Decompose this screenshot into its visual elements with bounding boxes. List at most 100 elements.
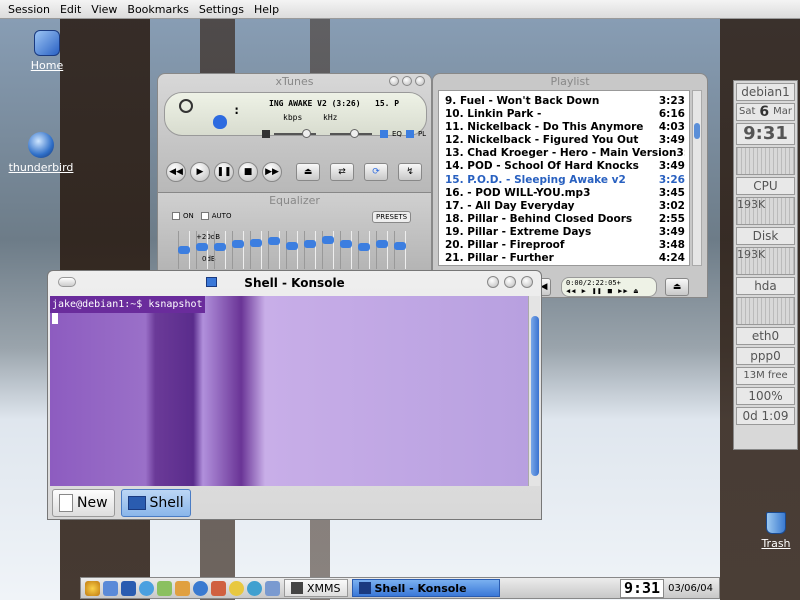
balance-slider[interactable] (330, 129, 372, 138)
playlist-item[interactable]: 16. - POD WILL-YOU.mp3 3:45 (445, 187, 685, 200)
minimize-button[interactable] (487, 276, 499, 288)
close-button[interactable] (521, 276, 533, 288)
eq-band-knob[interactable] (268, 237, 280, 245)
playlist-item[interactable]: 11. Nickelback - Do This Anymore 4:03 (445, 121, 685, 134)
eq-presets-button[interactable]: PRESETS (372, 211, 412, 223)
eq-checkbox[interactable] (380, 130, 388, 138)
bolt-button[interactable]: ↯ (398, 163, 422, 181)
play-button[interactable]: ▶ (190, 162, 210, 182)
eq-band-slider[interactable] (358, 231, 370, 269)
playlist-item[interactable]: 20. Pillar - Fireproof 3:48 (445, 239, 685, 252)
eq-band-knob[interactable] (178, 246, 190, 254)
desktop-icon-trash[interactable]: Trash (756, 512, 796, 550)
xtunes-titlebar[interactable]: xTunes (158, 74, 431, 90)
volume-slider[interactable] (274, 129, 316, 138)
window-menu-button[interactable] (58, 277, 76, 287)
eq-band-slider[interactable] (250, 231, 262, 269)
desktop-icon-thunderbird[interactable]: thunderbird (5, 132, 77, 174)
eq-band-knob[interactable] (304, 240, 316, 248)
forward-button[interactable]: ▶▶ (262, 162, 282, 182)
close-button[interactable] (415, 76, 425, 86)
menu-session[interactable]: Session (8, 3, 50, 16)
eq-band-slider[interactable] (376, 231, 388, 269)
playlist-mini-controls[interactable]: ◀◀ ▶ ❚❚ ■ ▶▶ ⏏ (566, 287, 652, 295)
maximize-button[interactable] (402, 76, 412, 86)
eq-band-knob[interactable] (340, 240, 352, 248)
eq-on-checkbox[interactable] (172, 212, 180, 220)
playlist-item[interactable]: 13. Chad Kroeger - Hero - Main Version3:… (445, 147, 685, 160)
eq-band-knob[interactable] (196, 243, 208, 251)
eq-band-slider[interactable] (196, 231, 208, 269)
eq-band-knob[interactable] (250, 238, 262, 247)
home-folder-icon[interactable] (103, 580, 118, 596)
playlist-item[interactable]: 9. Fuel - Won't Back Down 3:23 (445, 95, 685, 108)
eq-band-knob[interactable] (214, 243, 226, 251)
playlist-item[interactable]: 21. Pillar - Further 4:24 (445, 252, 685, 265)
terminal-scrollbar[interactable] (528, 296, 540, 486)
playlist-scrollbar[interactable] (692, 90, 702, 266)
audio-icon[interactable] (211, 580, 226, 596)
eq-auto-checkbox[interactable] (200, 212, 209, 220)
playlist-scroll-thumb[interactable] (694, 123, 700, 139)
eq-band-slider[interactable] (268, 231, 280, 269)
menu-help[interactable]: Help (254, 3, 279, 16)
eject-button[interactable]: ⏏ (296, 163, 320, 181)
playlist-item[interactable]: 15. P.O.D. - Sleeping Awake v2 3:26 (445, 174, 685, 187)
globe-icon[interactable] (247, 580, 262, 596)
pause-button[interactable]: ❚❚ (214, 162, 234, 182)
menu-settings[interactable]: Settings (199, 3, 244, 16)
eq-band-slider[interactable] (340, 231, 352, 269)
playlist-titlebar[interactable]: Playlist (433, 74, 707, 90)
playlist-item[interactable]: 17. - All Day Everyday 3:02 (445, 200, 685, 213)
eq-band-slider[interactable] (322, 231, 334, 269)
network-icon[interactable] (193, 580, 208, 596)
playlist-item[interactable]: 14. POD - School Of Hard Knocks 3:49 (445, 160, 685, 173)
disk-graph: 193K (736, 197, 795, 225)
browser-icon[interactable] (139, 580, 154, 596)
task-xmms[interactable]: XMMS (284, 579, 348, 597)
eq-band-knob[interactable] (358, 243, 370, 251)
menu-view[interactable]: View (91, 3, 117, 16)
repeat-button[interactable]: ⟳ (364, 163, 388, 181)
maximize-button[interactable] (504, 276, 516, 288)
mail-icon[interactable] (175, 580, 190, 596)
terminal-scroll-thumb[interactable] (531, 316, 539, 476)
terminal-area[interactable]: jake@debian1:~$ ksnapshot (50, 296, 528, 486)
terminal-launcher-icon[interactable] (121, 580, 136, 596)
taskbar-clock[interactable]: 9:31 03/06/04 (619, 578, 719, 598)
eq-band-knob[interactable] (376, 240, 388, 248)
minimize-button[interactable] (389, 76, 399, 86)
playlist-eject-button[interactable]: ⏏ (665, 278, 689, 296)
eq-band-knob[interactable] (286, 241, 298, 250)
eq-band-slider[interactable] (214, 231, 226, 269)
playlist-item[interactable]: 18. Pillar - Behind Closed Doors 2:55 (445, 213, 685, 226)
new-session-button[interactable]: New (52, 489, 115, 517)
stop-button[interactable]: ■ (238, 162, 258, 182)
search-icon[interactable] (265, 580, 280, 596)
settings-icon[interactable] (157, 580, 172, 596)
equalizer-titlebar[interactable]: Equalizer (158, 193, 431, 209)
konsole-app-icon (206, 277, 217, 287)
playlist-item[interactable]: 10. Linkin Park - 6:16 (445, 108, 685, 121)
eq-band-slider[interactable] (178, 231, 190, 269)
tab-shell[interactable]: Shell (120, 489, 191, 517)
menu-bookmarks[interactable]: Bookmarks (127, 3, 188, 16)
eq-band-knob[interactable] (394, 241, 406, 250)
menu-edit[interactable]: Edit (60, 3, 81, 16)
kde-menu-icon[interactable] (85, 580, 100, 596)
eq-band-slider[interactable] (286, 231, 298, 269)
eq-band-slider[interactable] (232, 231, 244, 269)
eq-band-knob[interactable] (322, 235, 334, 244)
help-icon[interactable] (229, 580, 244, 596)
playlist-item[interactable]: 12. Nickelback - Figured You Out 3:49 (445, 134, 685, 147)
desktop-icon-home[interactable]: Home (22, 30, 72, 72)
playlist-item[interactable]: 19. Pillar - Extreme Days 3:49 (445, 226, 685, 239)
eq-band-knob[interactable] (232, 240, 244, 248)
konsole-titlebar[interactable]: Shell - Konsole (48, 271, 541, 295)
rewind-button[interactable]: ◀◀ (166, 162, 186, 182)
shuffle-button[interactable]: ⇄ (330, 163, 354, 181)
eq-band-slider[interactable] (394, 231, 406, 269)
pl-checkbox[interactable] (405, 130, 414, 138)
eq-band-slider[interactable] (304, 231, 316, 269)
task-konsole[interactable]: Shell - Konsole (351, 579, 500, 597)
